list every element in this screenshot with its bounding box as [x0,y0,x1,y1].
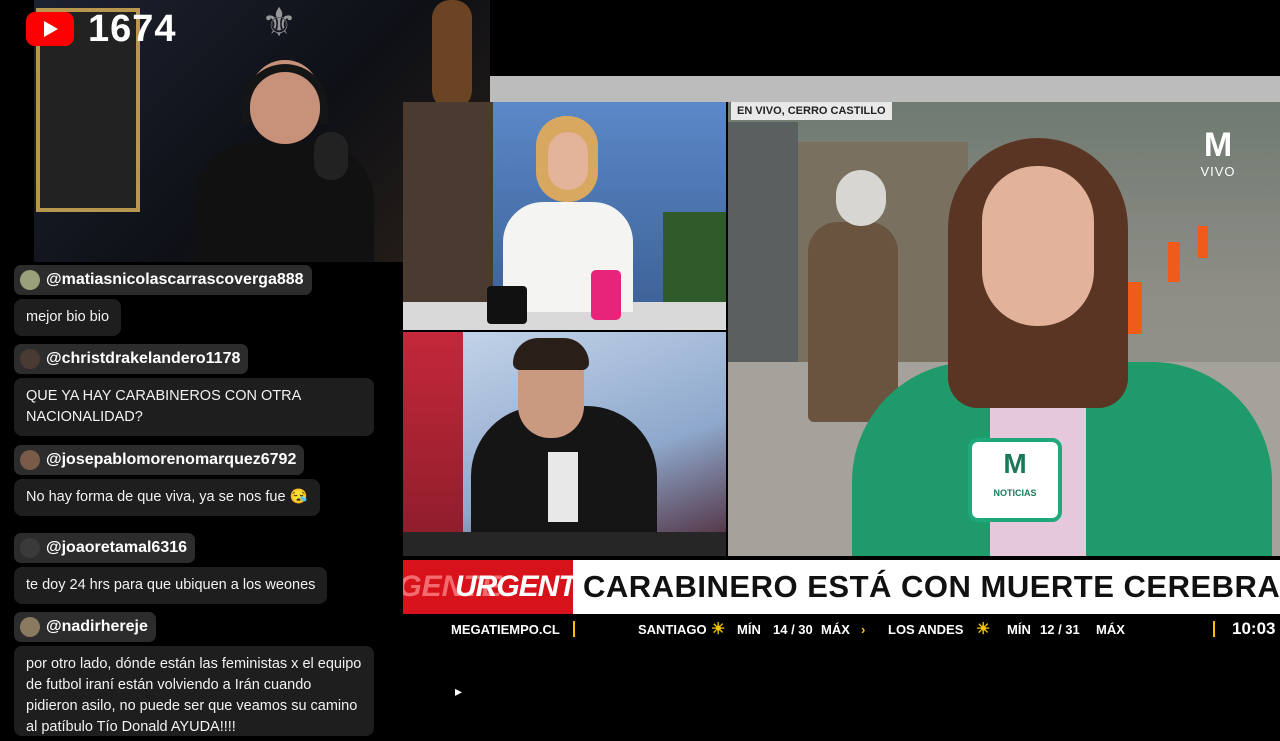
chat-text: te doy 24 hrs para que ubiquen a los weo… [14,567,328,604]
avatar [20,270,40,290]
ticker-separator [573,621,575,637]
channel-logo: M VIVO [1196,126,1240,179]
weather-ticker: MEGATIEMPO.CL SANTIAGO ☀ MÍN 14 / 30 MÁX… [403,614,1280,644]
channel-logo-icon: M [1003,448,1027,479]
avatar [20,349,40,369]
chat-username[interactable]: @joaoretamal6316 [14,533,196,563]
chat-message: @nadirhereje por otro lado, dónde están … [14,612,374,741]
channel-logo-icon: M [1203,126,1233,164]
viewer-count: 1674 [88,8,177,50]
chat-message: @matiasnicolascarrascoverga888 mejor bio… [14,265,312,336]
headline: CARABINERO ESTÁ CON MUERTE CEREBRAL [583,569,1280,604]
ticker-city: SANTIAGO [638,622,707,637]
mug-icon [487,286,527,324]
chat-username[interactable]: @christdrakelandero1178 [14,344,249,374]
chat-text: QUE YA HAY CARABINEROS CON OTRA NACIONAL… [14,378,374,436]
youtube-icon [26,12,74,46]
traffic-cone-icon [1168,242,1180,282]
ticker-max-label: MÁX [821,622,850,637]
chat-username[interactable]: @nadirhereje [14,612,156,642]
headline-banner: CARABINERO ESTÁ CON MUERTE CEREBRAL [573,560,1280,614]
ticker-range: 12 / 31 [1040,622,1080,637]
video-frame-top [490,76,1280,102]
sun-icon: ☀ [976,621,991,638]
ticker-separator [1213,621,1215,637]
ticker-city: LOS ANDES [888,622,964,637]
chat-message: @joaoretamal6316 te doy 24 hrs para que … [14,533,328,604]
ticker-range: 14 / 30 [773,622,813,637]
news-microphone: NOTICIAS M [968,438,1062,522]
ticker-source: MEGATIEMPO.CL [451,622,560,637]
phone-icon [591,270,621,320]
chat-text: por otro lado, dónde están las feminista… [14,646,374,736]
live-label: VIVO [1200,164,1236,179]
microphone-icon [314,132,348,180]
streamer [184,60,384,262]
mouse-cursor-icon: ▸ [455,683,463,699]
ticker-min-label: MÍN [737,622,761,637]
guitar [432,0,472,110]
avatar [20,617,40,637]
ticker-clock: 10:03 [1232,619,1276,638]
ticker-min-label: MÍN [1007,622,1031,637]
chat-username[interactable]: @matiasnicolascarrascoverga888 [14,265,312,295]
chat-message: @josepablomorenomarquez6792 No hay forma… [14,445,320,516]
ticker-max-label: MÁX [1096,622,1125,637]
traffic-cone-icon [1198,226,1208,258]
headset-icon [242,64,328,124]
avatar [20,538,40,558]
sun-icon: ☀ [711,621,726,638]
chat-username[interactable]: @josepablomorenomarquez6792 [14,445,305,475]
avatar [20,450,40,470]
urgente-label: URGENTE [455,570,573,603]
traffic-cone-icon [1128,282,1142,334]
studio-guest-panel [403,332,726,556]
location-tag: EN VIVO, CERRO CASTILLO [731,102,892,120]
chat-message: @christdrakelandero1178 QUE YA HAY CARAB… [14,344,374,436]
chat-text: No hay forma de que viva, ya se nos fue … [14,479,320,516]
studio-host-panel [403,102,726,330]
mic-label: NOTICIAS [993,488,1037,498]
urgente-banner: URGENTE URGENTE [403,560,573,614]
chevron-right-icon: › [861,622,866,637]
chat-text: mejor bio bio [14,299,122,336]
